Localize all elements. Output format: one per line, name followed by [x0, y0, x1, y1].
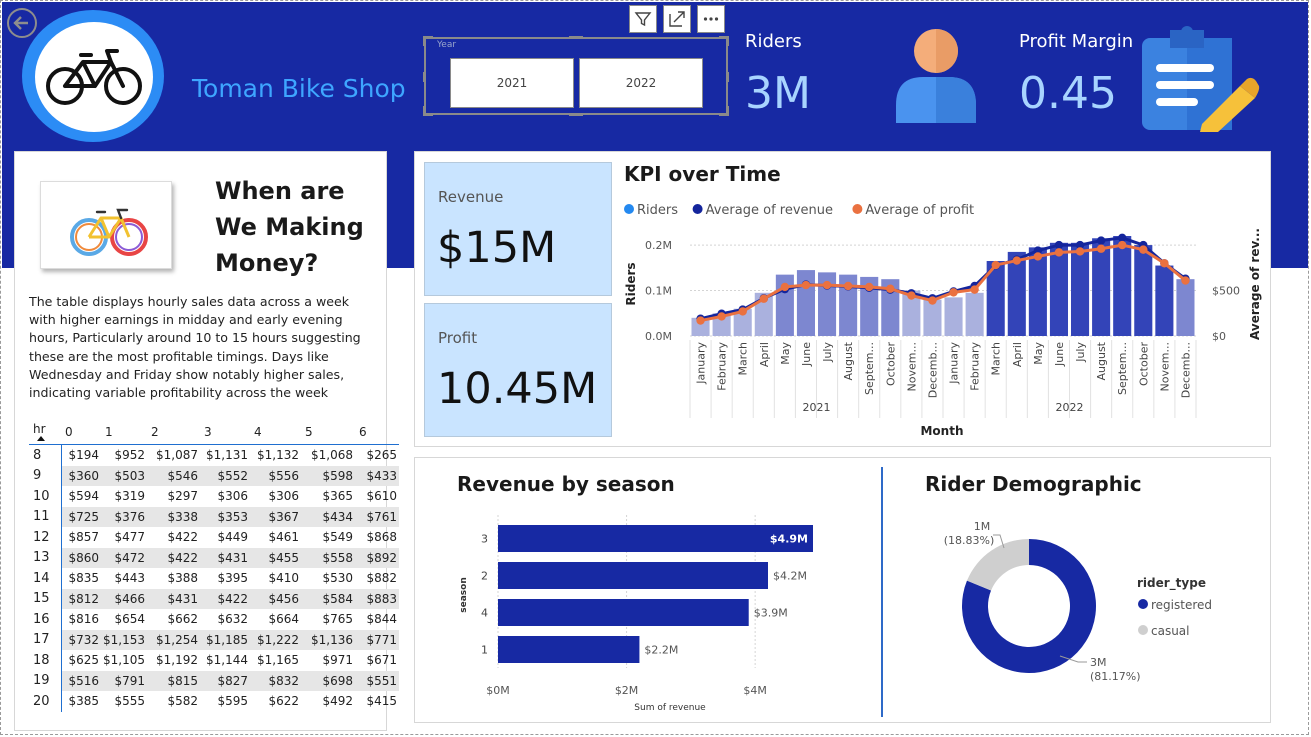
percent-label: (18.83%) [944, 534, 995, 547]
legend-marker [1138, 599, 1148, 609]
legend-marker [1138, 625, 1148, 635]
data-label: 3M [1090, 656, 1107, 669]
legend-label: registered [1151, 598, 1212, 612]
legend-label: casual [1151, 624, 1190, 638]
rider-demographic-chart[interactable]: 3M(81.17%) 1M(18.83%) rider_type registered… [0, 0, 1311, 737]
legend-title: rider_type [1137, 576, 1206, 591]
percent-label: (81.17%) [1090, 670, 1141, 683]
data-label: 1M [974, 520, 991, 533]
